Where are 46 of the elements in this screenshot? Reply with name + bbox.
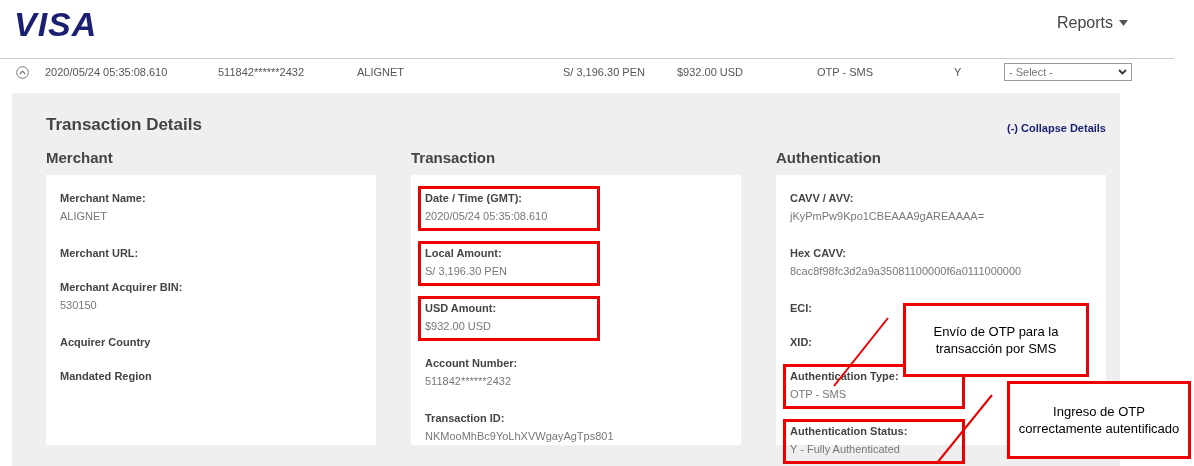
caret-icon [1119,20,1128,26]
field-label: XID: [790,335,812,350]
field-value: OTP - SMS [790,387,847,402]
field-value: NKMooMhBc9YoLhXVWgayAgTps801 [425,429,614,444]
field-value: 511842******2432 [425,374,512,389]
field-value: S/ 3,196.30 PEN [425,264,507,279]
field-label: Acquirer Country [60,335,151,350]
field-label: CAVV / AVV: [790,191,854,206]
field-label: ECI: [790,301,812,316]
details-title: Transaction Details [46,115,202,135]
field-value: Y - Fully Authenticated [790,442,900,457]
field-label: Merchant URL: [60,246,139,261]
table-cell-text: $932.00 USD [677,66,745,78]
action-select[interactable]: - Select - [1004,63,1132,81]
field-label: Mandated Region [60,369,152,384]
table-cell-text: 2020/05/24 05:35:08.610 [45,66,169,78]
field-value: 530150 [60,298,97,313]
table-cell-text: ALIGNET [357,66,406,78]
field-value: jKyPmPw9Kpo1CBEAAA9gAREAAAA= [790,209,985,224]
table-cell-text: OTP - SMS [817,66,875,78]
collapse-icon[interactable] [16,65,29,79]
field-value: ALIGNET [60,209,108,224]
field-value: 2020/05/24 05:35:08.610 [425,209,548,224]
field-label: Account Number: [425,356,518,371]
table-cell-text: S/ 3,196.30 PEN [563,66,646,78]
table-cell-text: Y [953,66,963,78]
field-value: 8cac8f98fc3d2a9a35081100000f6a0111000000 [790,264,1022,279]
chevron-icon [1118,69,1127,75]
field-label: Date / Time (GMT): [425,191,522,206]
field-label: Transaction ID: [425,411,505,426]
callout-box: Envío de OTP para la transacción por SMS [903,303,1089,377]
field-value: $932.00 USD [425,319,492,334]
section-heading: Authentication [776,149,882,168]
field-label: Merchant Acquirer BIN: [60,280,183,295]
field-label: Local Amount: [425,246,502,261]
section-heading: Merchant [46,149,114,168]
reports-menu[interactable]: Reports [1056,14,1128,32]
field-label: USD Amount: [425,301,497,316]
collapse-link[interactable]: (-) Collapse Details [1006,122,1106,134]
section-heading: Transaction [411,149,497,168]
table-cell-text: 511842******2432 [218,66,306,78]
field-label: Authentication Status: [790,424,908,439]
field-label: Merchant Name: [60,191,146,206]
visa-logo: VISA [14,4,98,44]
field-label: Hex CAVV: [790,246,847,261]
callout-box: Ingreso de OTP correctamente autentificado [1007,381,1191,459]
